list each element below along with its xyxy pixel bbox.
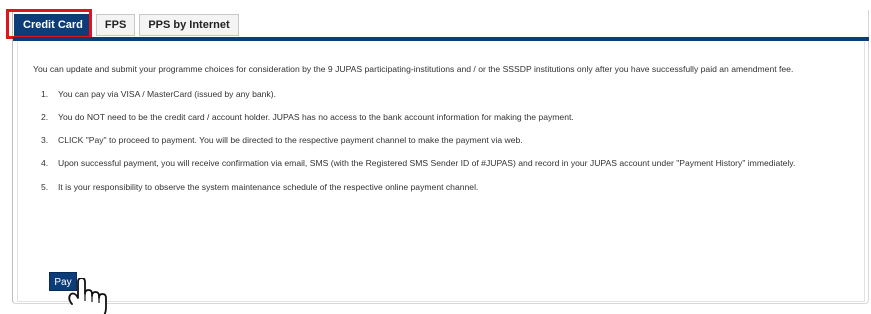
tab-credit-card[interactable]: Credit Card bbox=[14, 14, 92, 36]
step-text: It is your responsibility to observe the… bbox=[58, 182, 479, 192]
step-number: 2. bbox=[41, 112, 49, 122]
step-number: 1. bbox=[41, 89, 49, 99]
hand-pointer-icon bbox=[68, 278, 107, 314]
payment-method-tabs: Credit Card FPS PPS by Internet bbox=[14, 14, 239, 36]
list-item: 2. You do NOT need to be the credit card… bbox=[33, 111, 855, 123]
tab-underline bbox=[13, 37, 869, 41]
tab-fps[interactable]: FPS bbox=[95, 14, 136, 36]
step-text: CLICK "Pay" to proceed to payment. You w… bbox=[58, 135, 523, 145]
step-number: 5. bbox=[41, 182, 49, 192]
steps-list: 1. You can pay via VISA / MasterCard (is… bbox=[33, 88, 855, 193]
payment-instructions: You can update and submit your programme… bbox=[33, 63, 855, 193]
step-text: You can pay via VISA / MasterCard (issue… bbox=[58, 89, 276, 99]
list-item: 4. Upon successful payment, you will rec… bbox=[33, 157, 855, 169]
step-text: You do NOT need to be the credit card / … bbox=[58, 112, 574, 122]
step-number: 3. bbox=[41, 135, 49, 145]
list-item: 3. CLICK "Pay" to proceed to payment. Yo… bbox=[33, 134, 855, 146]
intro-text: You can update and submit your programme… bbox=[33, 64, 794, 74]
list-item: 1. You can pay via VISA / MasterCard (is… bbox=[33, 88, 855, 100]
step-text: Upon successful payment, you will receiv… bbox=[58, 158, 796, 168]
step-number: 4. bbox=[41, 158, 49, 168]
list-item: 5. It is your responsibility to observe … bbox=[33, 181, 855, 193]
tab-pps-by-internet[interactable]: PPS by Internet bbox=[139, 14, 239, 36]
